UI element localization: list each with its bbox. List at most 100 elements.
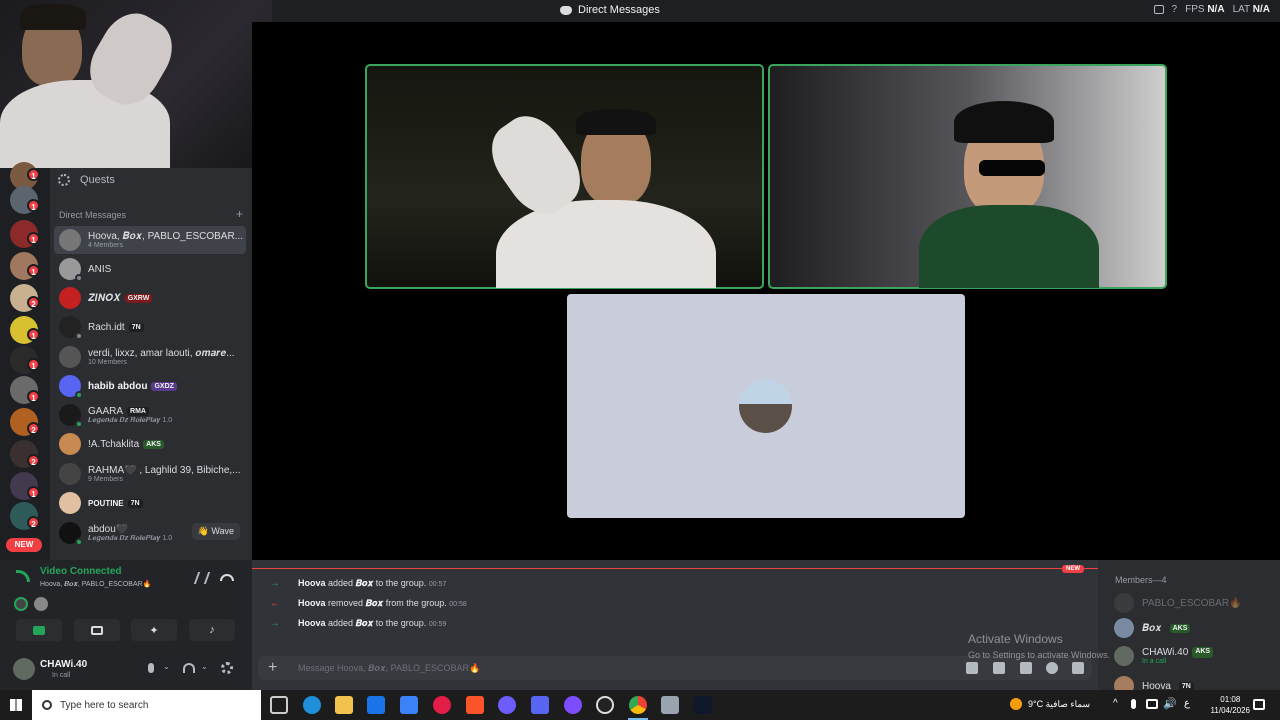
username[interactable]: CHAWi.40 xyxy=(40,659,87,670)
participant-avatar[interactable] xyxy=(34,597,48,611)
message-target[interactable]: 𝑩𝒐𝒙 xyxy=(356,578,374,588)
headphones-icon[interactable] xyxy=(183,663,195,673)
fps-label: FPS xyxy=(1185,4,1205,15)
dm-item-group-rahma[interactable]: RAHMA🖤 , Laghlid 39, Bibiche,... 9 Member… xyxy=(54,460,246,488)
chrome-icon[interactable] xyxy=(629,696,647,714)
mic-icon[interactable] xyxy=(148,663,154,673)
dm-name: POUTINE xyxy=(88,498,124,508)
camera-button[interactable] xyxy=(16,619,62,641)
new-unreads-pill[interactable]: NEW xyxy=(6,538,42,552)
language-indicator[interactable]: ع xyxy=(1184,698,1190,709)
terminal-icon[interactable] xyxy=(694,696,712,714)
dm-item-anis[interactable]: ANIS xyxy=(54,255,246,283)
network-icon[interactable] xyxy=(1146,699,1158,709)
dm-name: Hoova, 𝑩𝒐𝒙, PABLO_ESCOBAR... xyxy=(88,231,244,242)
weather-text: 9°C سماء صافية xyxy=(1028,698,1091,709)
wave-label: Wave xyxy=(211,526,234,536)
member-item[interactable]: PABLO_ESCOBAR🔥 xyxy=(1114,593,1242,613)
dm-item-gaara[interactable]: GAARA RMA 𝑳𝒆𝒈𝒆𝒏𝒅𝒔 𝑫𝒛 𝑹𝒐𝒍𝒆𝑷𝒍𝒂𝒚 1.0 xyxy=(54,401,246,429)
message-rest: to the group. xyxy=(375,617,427,628)
screenshare-button[interactable] xyxy=(74,619,120,641)
help-icon[interactable]: ? xyxy=(1172,4,1178,15)
voice-status[interactable]: Video Connected xyxy=(40,566,122,577)
member-item[interactable]: 𝑩𝒐𝒙 AKS xyxy=(1114,618,1191,638)
avatar xyxy=(59,463,81,485)
message-actor[interactable]: Hoova xyxy=(298,618,326,628)
edge-icon[interactable] xyxy=(303,696,321,714)
tray-chevron-icon[interactable]: ^ xyxy=(1113,698,1118,709)
participant-avatar[interactable] xyxy=(14,597,28,611)
signal-icon[interactable] xyxy=(16,570,30,582)
attach-plus-icon[interactable]: + xyxy=(268,659,277,677)
message-actor[interactable]: Hoova xyxy=(298,598,326,608)
volume-icon[interactable]: 🔊 xyxy=(1163,697,1177,710)
message-action: removed xyxy=(328,597,364,608)
dm-item-rach[interactable]: Rach.idt 7N xyxy=(54,313,246,341)
settings-gear-icon[interactable] xyxy=(221,662,233,674)
discord-taskbar-icon[interactable] xyxy=(531,696,549,714)
gif-icon[interactable] xyxy=(993,662,1005,674)
inbox-icon[interactable] xyxy=(1153,5,1164,14)
message-target[interactable]: 𝑩𝒐𝒙 xyxy=(356,618,374,628)
gift-icon[interactable] xyxy=(966,662,978,674)
system-message: ← Hoova removed 𝑩𝒐𝒙 from the group. 00:5… xyxy=(270,596,467,610)
chat-area: NEW → Hoova added 𝑩𝒐𝒙 to the group. 00:5… xyxy=(252,560,1098,690)
search-input[interactable] xyxy=(60,699,210,711)
clan-tag: AKS xyxy=(1192,647,1214,658)
windows-start-icon[interactable] xyxy=(10,699,22,711)
brave-icon[interactable] xyxy=(466,696,484,714)
noise-suppression-icon[interactable] xyxy=(193,572,211,584)
dm-sidebar: Quests Direct Messages + Hoova, 𝑩𝒐𝒙, PAB… xyxy=(50,168,252,560)
mail-icon[interactable] xyxy=(367,696,385,714)
server-rail: 1 1 1 1 2 1 1 1 2 2 1 2 xyxy=(0,162,50,560)
taskbar-search[interactable] xyxy=(32,690,261,720)
quests-link[interactable]: Quests xyxy=(58,171,115,189)
member-name: 𝑩𝒐𝒙 xyxy=(1142,622,1162,634)
member-item[interactable]: CHAWi.40 AKS In a call xyxy=(1114,646,1214,666)
notifications-icon[interactable] xyxy=(1253,699,1265,710)
discord-icon xyxy=(560,5,572,15)
activities-button[interactable]: ✦ xyxy=(131,619,177,641)
task-view-icon[interactable] xyxy=(270,696,288,714)
dm-item-abdou[interactable]: abdou🖤 𝑳𝒆𝒈𝒆𝒏𝒅𝒔 𝑫𝒛 𝑹𝒐𝒍𝒆𝑷𝒍𝒂𝒚 1.0 👋 Wave xyxy=(54,519,246,547)
mic-tray-icon[interactable] xyxy=(1131,699,1136,709)
dm-activity: 𝑳𝒆𝒈𝒆𝒏𝒅𝒔 𝑫𝒛 𝑹𝒐𝒍𝒆𝑷𝒍𝒂𝒚 1.0 xyxy=(88,534,173,542)
add-dm-icon[interactable]: + xyxy=(236,208,243,220)
audio-tile-box[interactable] xyxy=(567,294,965,518)
dm-section-header: Direct Messages + xyxy=(59,208,243,220)
dm-item-zinox[interactable]: 𝒁𝑰𝑵𝑶𝑿 GXRW xyxy=(54,284,246,312)
message-actor[interactable]: Hoova xyxy=(298,578,326,588)
soundboard-button[interactable]: ♪ xyxy=(189,619,235,641)
dm-name: ANIS xyxy=(88,263,112,275)
app-icon[interactable] xyxy=(564,696,582,714)
video-tile-pablo[interactable] xyxy=(768,64,1167,289)
message-action: added xyxy=(328,617,354,628)
sticker-icon[interactable] xyxy=(1020,662,1032,674)
message-input[interactable] xyxy=(298,656,938,680)
dm-item-group-hoova[interactable]: Hoova, 𝑩𝒐𝒙, PABLO_ESCOBAR... 4 Members xyxy=(54,226,246,254)
wave-button[interactable]: 👋 Wave xyxy=(191,523,240,540)
store-icon[interactable] xyxy=(400,696,418,714)
avatar[interactable] xyxy=(13,658,35,680)
apps-icon[interactable] xyxy=(1072,662,1084,674)
dm-item-tchaklita[interactable]: !A.Tchaklita AKS xyxy=(54,430,246,458)
chevron-down-icon[interactable]: ⌄ xyxy=(163,662,170,671)
app-icon[interactable] xyxy=(433,696,451,714)
activities-icon: ✦ xyxy=(149,624,159,637)
app-icon[interactable] xyxy=(661,696,679,714)
app-icon[interactable] xyxy=(596,696,614,714)
voice-channel[interactable]: Hoova, 𝑩𝒐𝒙, PABLO_ESCOBAR🔥 xyxy=(40,580,151,589)
message-target[interactable]: 𝑩𝒐𝒙 xyxy=(366,598,384,608)
search-icon xyxy=(42,700,52,710)
dm-item-group-verdi[interactable]: verdi, lixxz, amar laouti, 𝒐𝒎𝒂𝒓𝒆... 10 Me… xyxy=(54,343,246,371)
media-player-icon[interactable] xyxy=(498,696,516,714)
chevron-down-icon[interactable]: ⌄ xyxy=(201,662,208,671)
dm-item-poutine[interactable]: POUTINE 7N xyxy=(54,489,246,517)
disconnect-icon[interactable] xyxy=(220,574,234,581)
clock[interactable]: 01:08 11/04/2026 xyxy=(1211,694,1250,716)
emoji-icon[interactable] xyxy=(1046,662,1058,674)
file-explorer-icon[interactable] xyxy=(335,696,353,714)
video-tile-hoova[interactable] xyxy=(365,64,764,289)
weather-widget[interactable]: 9°C سماء صافية xyxy=(1010,698,1090,710)
dm-item-habib[interactable]: habib abdou GXDZ xyxy=(54,372,246,400)
